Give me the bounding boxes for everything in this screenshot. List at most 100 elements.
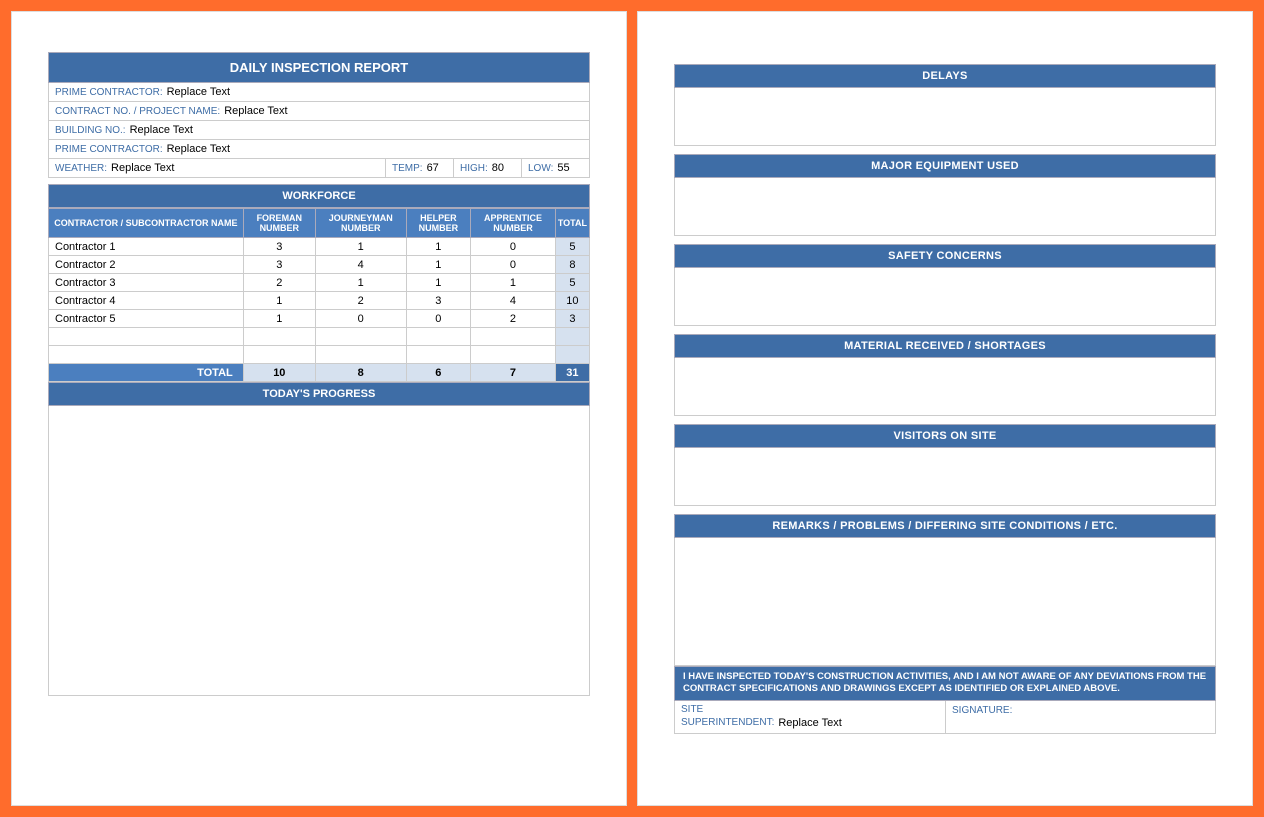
temp-value[interactable]: 67	[427, 162, 439, 174]
cell-foreman[interactable]: 3	[243, 256, 315, 274]
visitors-box[interactable]	[674, 448, 1216, 506]
cell-name[interactable]: Contractor 2	[49, 256, 244, 274]
cell-journeyman[interactable]: 1	[315, 238, 406, 256]
weather-label: WEATHER:	[55, 163, 107, 174]
super-value[interactable]: Replace Text	[778, 717, 841, 729]
safety-header: SAFETY CONCERNS	[674, 244, 1216, 268]
contract-value[interactable]: Replace Text	[224, 105, 287, 117]
remarks-box[interactable]	[674, 538, 1216, 666]
equipment-header: MAJOR EQUIPMENT USED	[674, 154, 1216, 178]
cell-apprentice[interactable]: 0	[471, 256, 556, 274]
field-contract: CONTRACT NO. / PROJECT NAME: Replace Tex…	[48, 102, 590, 121]
cell-name[interactable]: Contractor 1	[49, 238, 244, 256]
delays-box[interactable]	[674, 88, 1216, 146]
cell-helper[interactable]: 1	[406, 256, 471, 274]
low-label: LOW:	[528, 163, 553, 174]
cell-name[interactable]: Contractor 3	[49, 274, 244, 292]
cell-helper[interactable]: 1	[406, 238, 471, 256]
delays-header: DELAYS	[674, 64, 1216, 88]
cell-journeyman[interactable]: 1	[315, 274, 406, 292]
col-name: CONTRACTOR / SUBCONTRACTOR NAME	[49, 209, 244, 238]
cell-apprentice[interactable]: 1	[471, 274, 556, 292]
remarks-header: REMARKS / PROBLEMS / DIFFERING SITE COND…	[674, 514, 1216, 538]
equipment-box[interactable]	[674, 178, 1216, 236]
col-apprentice: APPRENTICE NUMBER	[471, 209, 556, 238]
table-row: Contractor 5 1 0 0 2 3	[49, 310, 590, 328]
total-apprentice: 7	[471, 364, 556, 382]
visitors-header: VISITORS ON SITE	[674, 424, 1216, 448]
cell-journeyman[interactable]: 0	[315, 310, 406, 328]
cell-total: 3	[555, 310, 589, 328]
field-building: BUILDING NO.: Replace Text	[48, 121, 590, 140]
total-journeyman: 8	[315, 364, 406, 382]
cell-foreman[interactable]: 3	[243, 238, 315, 256]
certification-text: I HAVE INSPECTED TODAY'S CONSTRUCTION AC…	[674, 666, 1216, 701]
super-label: SUPERINTENDENT:	[681, 717, 774, 728]
cell-helper[interactable]: 0	[406, 310, 471, 328]
material-box[interactable]	[674, 358, 1216, 416]
building-value[interactable]: Replace Text	[130, 124, 193, 136]
low-value[interactable]: 55	[557, 162, 569, 174]
cell-foreman[interactable]: 1	[243, 292, 315, 310]
field-prime-contractor-2: PRIME CONTRACTOR: Replace Text	[48, 140, 590, 159]
table-row: Contractor 1 3 1 1 0 5	[49, 238, 590, 256]
prime-contractor-label: PRIME CONTRACTOR:	[55, 87, 163, 98]
material-header: MATERIAL RECEIVED / SHORTAGES	[674, 334, 1216, 358]
temp-cell: TEMP: 67	[385, 159, 453, 177]
temp-label: TEMP:	[392, 163, 423, 174]
cell-total: 10	[555, 292, 589, 310]
weather-cell: WEATHER: Replace Text	[49, 159, 385, 177]
progress-header: TODAY'S PROGRESS	[48, 382, 590, 406]
col-journeyman: JOURNEYMAN NUMBER	[315, 209, 406, 238]
weather-row: WEATHER: Replace Text TEMP: 67 HIGH: 80 …	[48, 159, 590, 178]
site-label: SITE	[681, 704, 939, 715]
prime-contractor2-value[interactable]: Replace Text	[167, 143, 230, 155]
cell-apprentice[interactable]: 4	[471, 292, 556, 310]
progress-box[interactable]	[48, 406, 590, 696]
high-cell: HIGH: 80	[453, 159, 521, 177]
building-label: BUILDING NO.:	[55, 125, 126, 136]
signature-cell[interactable]: SIGNATURE:	[945, 701, 1215, 733]
table-row: Contractor 3 2 1 1 1 5	[49, 274, 590, 292]
cell-foreman[interactable]: 2	[243, 274, 315, 292]
table-row-empty	[49, 328, 590, 346]
cell-apprentice[interactable]: 2	[471, 310, 556, 328]
table-row: Contractor 4 1 2 3 4 10	[49, 292, 590, 310]
low-cell: LOW: 55	[521, 159, 589, 177]
report-title: DAILY INSPECTION REPORT	[48, 52, 590, 83]
high-value[interactable]: 80	[492, 162, 504, 174]
cell-journeyman[interactable]: 2	[315, 292, 406, 310]
workforce-table: CONTRACTOR / SUBCONTRACTOR NAME FOREMAN …	[48, 208, 590, 382]
cell-apprentice[interactable]: 0	[471, 238, 556, 256]
signature-label: SIGNATURE:	[952, 705, 1012, 716]
workforce-header-row: CONTRACTOR / SUBCONTRACTOR NAME FOREMAN …	[49, 209, 590, 238]
cell-helper[interactable]: 3	[406, 292, 471, 310]
safety-box[interactable]	[674, 268, 1216, 326]
field-prime-contractor: PRIME CONTRACTOR: Replace Text	[48, 83, 590, 102]
weather-value[interactable]: Replace Text	[111, 162, 174, 174]
workforce-header: WORKFORCE	[48, 184, 590, 208]
col-foreman: FOREMAN NUMBER	[243, 209, 315, 238]
cell-total: 5	[555, 238, 589, 256]
total-helper: 6	[406, 364, 471, 382]
signature-row: SITE SUPERINTENDENT: Replace Text SIGNAT…	[674, 701, 1216, 734]
col-helper: HELPER NUMBER	[406, 209, 471, 238]
total-row: TOTAL 10 8 6 7 31	[49, 364, 590, 382]
table-row-empty	[49, 346, 590, 364]
cell-helper[interactable]: 1	[406, 274, 471, 292]
prime-contractor2-label: PRIME CONTRACTOR:	[55, 144, 163, 155]
cell-total: 5	[555, 274, 589, 292]
cell-foreman[interactable]: 1	[243, 310, 315, 328]
cell-name[interactable]: Contractor 5	[49, 310, 244, 328]
total-label: TOTAL	[49, 364, 244, 382]
grand-total: 31	[555, 364, 589, 382]
prime-contractor-value[interactable]: Replace Text	[167, 86, 230, 98]
cell-name[interactable]: Contractor 4	[49, 292, 244, 310]
contract-label: CONTRACT NO. / PROJECT NAME:	[55, 106, 220, 117]
col-total: TOTAL	[555, 209, 589, 238]
table-row: Contractor 2 3 4 1 0 8	[49, 256, 590, 274]
high-label: HIGH:	[460, 163, 488, 174]
superintendent-cell: SITE SUPERINTENDENT: Replace Text	[675, 701, 945, 733]
cell-journeyman[interactable]: 4	[315, 256, 406, 274]
cell-total: 8	[555, 256, 589, 274]
